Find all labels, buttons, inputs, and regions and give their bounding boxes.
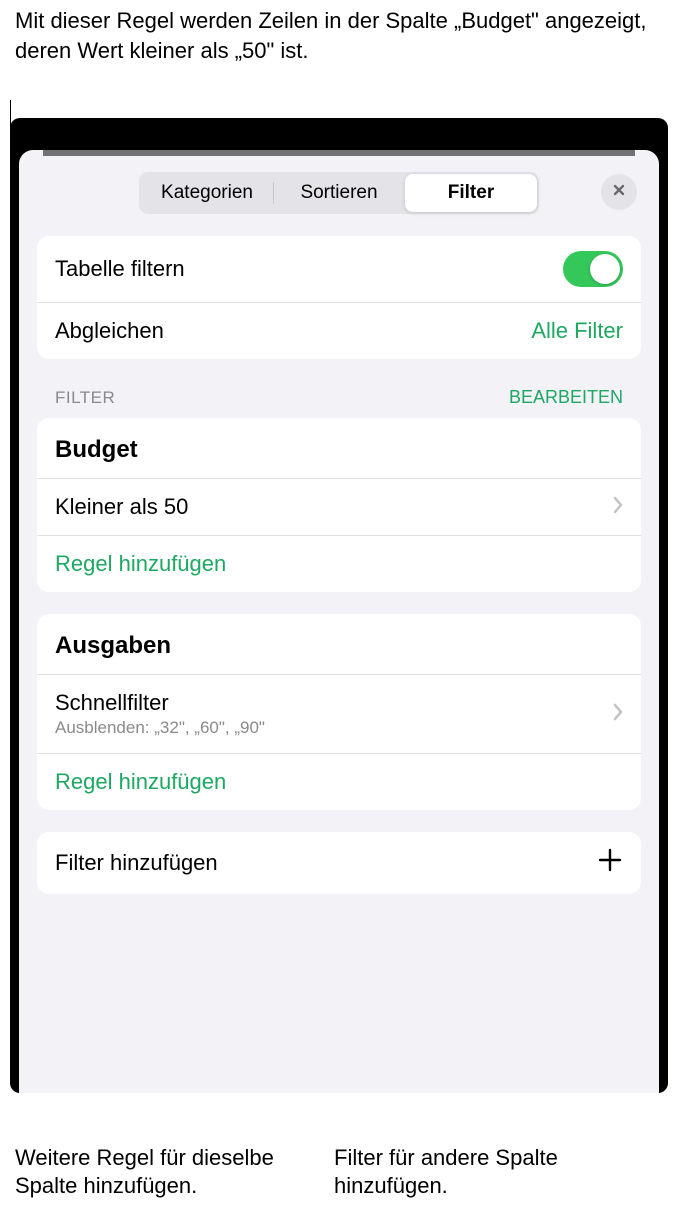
- filter-group-budget: Budget Kleiner als 50 Regel hinzufügen: [37, 418, 641, 592]
- tab-categories[interactable]: Kategorien: [141, 174, 273, 212]
- annotation-top: Mit dieser Regel werden Zeilen in der Sp…: [0, 0, 678, 83]
- chevron-right-icon: [613, 494, 623, 520]
- rule-text: Kleiner als 50: [55, 494, 188, 520]
- add-filter-row[interactable]: Filter hinzufügen: [37, 832, 641, 894]
- rule-subtext: Ausblenden: „32", „60", „90": [55, 718, 265, 738]
- annotation-bottom-right: Filter für andere Spalte hinzufügen.: [326, 1144, 663, 1201]
- match-label: Abgleichen: [55, 318, 164, 344]
- sheet-header: Kategorien Sortieren Filter: [19, 150, 659, 226]
- filter-table-toggle[interactable]: [563, 251, 623, 287]
- close-button[interactable]: [601, 174, 637, 210]
- filter-list-title: FILTER: [55, 388, 115, 408]
- add-filter-label: Filter hinzufügen: [55, 850, 218, 876]
- filter-group-ausgaben: Ausgaben Schnellfilter Ausblenden: „32",…: [37, 614, 641, 810]
- filter-list-header: FILTER BEARBEITEN: [55, 387, 623, 408]
- filter-table-label: Tabelle filtern: [55, 256, 185, 282]
- plus-icon: [597, 847, 623, 879]
- edit-button[interactable]: BEARBEITEN: [509, 387, 623, 408]
- rule-col: Schnellfilter Ausblenden: „32", „60", „9…: [55, 690, 265, 738]
- chevron-right-icon: [613, 701, 623, 727]
- segmented-control[interactable]: Kategorien Sortieren Filter: [139, 172, 539, 214]
- bottom-annotations: Weitere Regel für dieselbe Spalte hinzuf…: [0, 1136, 678, 1213]
- match-row[interactable]: Abgleichen Alle Filter: [37, 302, 641, 359]
- filter-sheet: Kategorien Sortieren Filter Tabelle filt…: [19, 150, 659, 1093]
- tab-sort[interactable]: Sortieren: [273, 174, 405, 212]
- filter-table-row[interactable]: Tabelle filtern: [37, 236, 641, 302]
- rule-row-ausgaben[interactable]: Schnellfilter Ausblenden: „32", „60", „9…: [37, 674, 641, 753]
- device-frame: Kategorien Sortieren Filter Tabelle filt…: [10, 118, 668, 1093]
- rule-row-budget[interactable]: Kleiner als 50: [37, 478, 641, 535]
- add-rule-label: Regel hinzufügen: [55, 769, 226, 795]
- close-icon: [611, 182, 627, 203]
- group-title-budget: Budget: [37, 418, 641, 478]
- add-filter-section: Filter hinzufügen: [37, 832, 641, 894]
- filter-options-section: Tabelle filtern Abgleichen Alle Filter: [37, 236, 641, 359]
- tab-filter[interactable]: Filter: [405, 174, 537, 212]
- add-rule-budget[interactable]: Regel hinzufügen: [37, 535, 641, 592]
- match-value[interactable]: Alle Filter: [531, 318, 623, 344]
- rule-title: Schnellfilter: [55, 690, 265, 716]
- add-rule-label: Regel hinzufügen: [55, 551, 226, 577]
- add-rule-ausgaben[interactable]: Regel hinzufügen: [37, 753, 641, 810]
- group-title-ausgaben: Ausgaben: [37, 614, 641, 674]
- annotation-bottom-left: Weitere Regel für dieselbe Spalte hinzuf…: [15, 1144, 326, 1201]
